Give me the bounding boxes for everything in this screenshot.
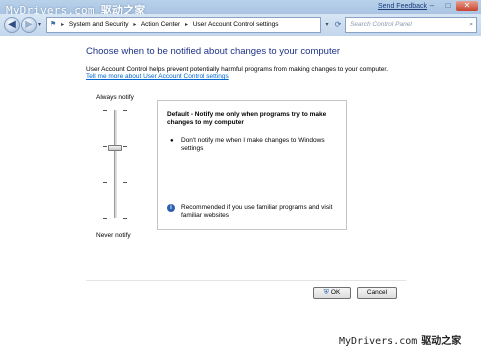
recent-pages-dropdown[interactable]: ▾	[38, 21, 41, 28]
flag-icon: ⚑	[50, 21, 57, 28]
slider-tick	[123, 110, 127, 111]
breadcrumb-separator[interactable]: ▸	[185, 22, 188, 28]
slider-tick	[103, 218, 107, 219]
shield-icon: ⛨	[323, 289, 329, 296]
divider	[86, 280, 406, 281]
slider-bottom-label: Never notify	[96, 232, 131, 239]
breadcrumb-uac-settings[interactable]: User Account Control settings	[193, 21, 279, 28]
minimize-button[interactable]: –	[424, 1, 440, 11]
slider-tick	[103, 182, 107, 183]
forward-icon[interactable]: ▶	[21, 17, 37, 33]
bullet-icon: ●	[170, 138, 174, 144]
description-text: User Account Control helps prevent poten…	[86, 66, 389, 73]
title-bar: MyDrivers.com 驱动之家 Send Feedback – □ ✕	[0, 0, 481, 17]
slider-tick	[103, 110, 107, 111]
panel-bullet-text: Don't notify me when I make changes to W…	[181, 137, 325, 152]
cancel-button[interactable]: Cancel	[357, 287, 397, 299]
slider-tick	[123, 146, 127, 147]
watermark-bottom: MyDrivers.com 驱动之家	[339, 332, 461, 347]
slider-tick	[123, 182, 127, 183]
watermark-brand: 驱动之家	[421, 336, 462, 347]
close-button[interactable]: ✕	[456, 1, 478, 11]
refresh-icon[interactable]: ⟳	[332, 17, 344, 33]
help-link[interactable]: Tell me more about User Account Control …	[86, 73, 229, 80]
slider-tick	[123, 218, 127, 219]
search-input[interactable]: Search Control Panel ⌕	[345, 17, 477, 33]
notification-slider-thumb[interactable]	[108, 145, 122, 151]
search-placeholder: Search Control Panel	[350, 21, 412, 28]
ok-button-label: OK	[330, 289, 341, 296]
back-icon[interactable]: ◀	[4, 17, 20, 33]
slider-tick	[103, 146, 107, 147]
notification-slider-track[interactable]	[114, 110, 117, 218]
breadcrumb-action-center[interactable]: Action Center	[141, 21, 180, 28]
panel-heading: Default - Notify me only when programs t…	[167, 111, 327, 126]
page-title: Choose when to be notified about changes…	[86, 46, 341, 57]
address-bar[interactable]: ⚑ ▸ System and Security ▸ Action Center …	[46, 17, 321, 33]
search-icon[interactable]: ⌕	[469, 18, 473, 32]
watermark-site: MyDrivers.com	[339, 336, 418, 347]
ok-button[interactable]: ⛨ OK	[313, 287, 351, 299]
breadcrumb-separator: ▸	[61, 22, 65, 28]
address-dropdown-icon[interactable]: ▾	[322, 17, 332, 33]
send-feedback-link[interactable]: Send Feedback	[378, 3, 427, 10]
breadcrumb-separator[interactable]: ▸	[133, 22, 136, 28]
breadcrumb-system-and-security[interactable]: System and Security	[69, 21, 129, 28]
info-icon: i	[167, 204, 175, 212]
main-content: Choose when to be notified about changes…	[0, 36, 481, 353]
panel-recommendation: Recommended if you use familiar programs…	[181, 204, 333, 219]
maximize-button[interactable]: □	[440, 1, 456, 11]
navigation-bar: ◀ ▶ ▾ ⚑ ▸ System and Security ▸ Action C…	[0, 14, 481, 36]
slider-top-label: Always notify	[96, 94, 134, 101]
setting-description-panel: Default - Notify me only when programs t…	[157, 100, 347, 230]
